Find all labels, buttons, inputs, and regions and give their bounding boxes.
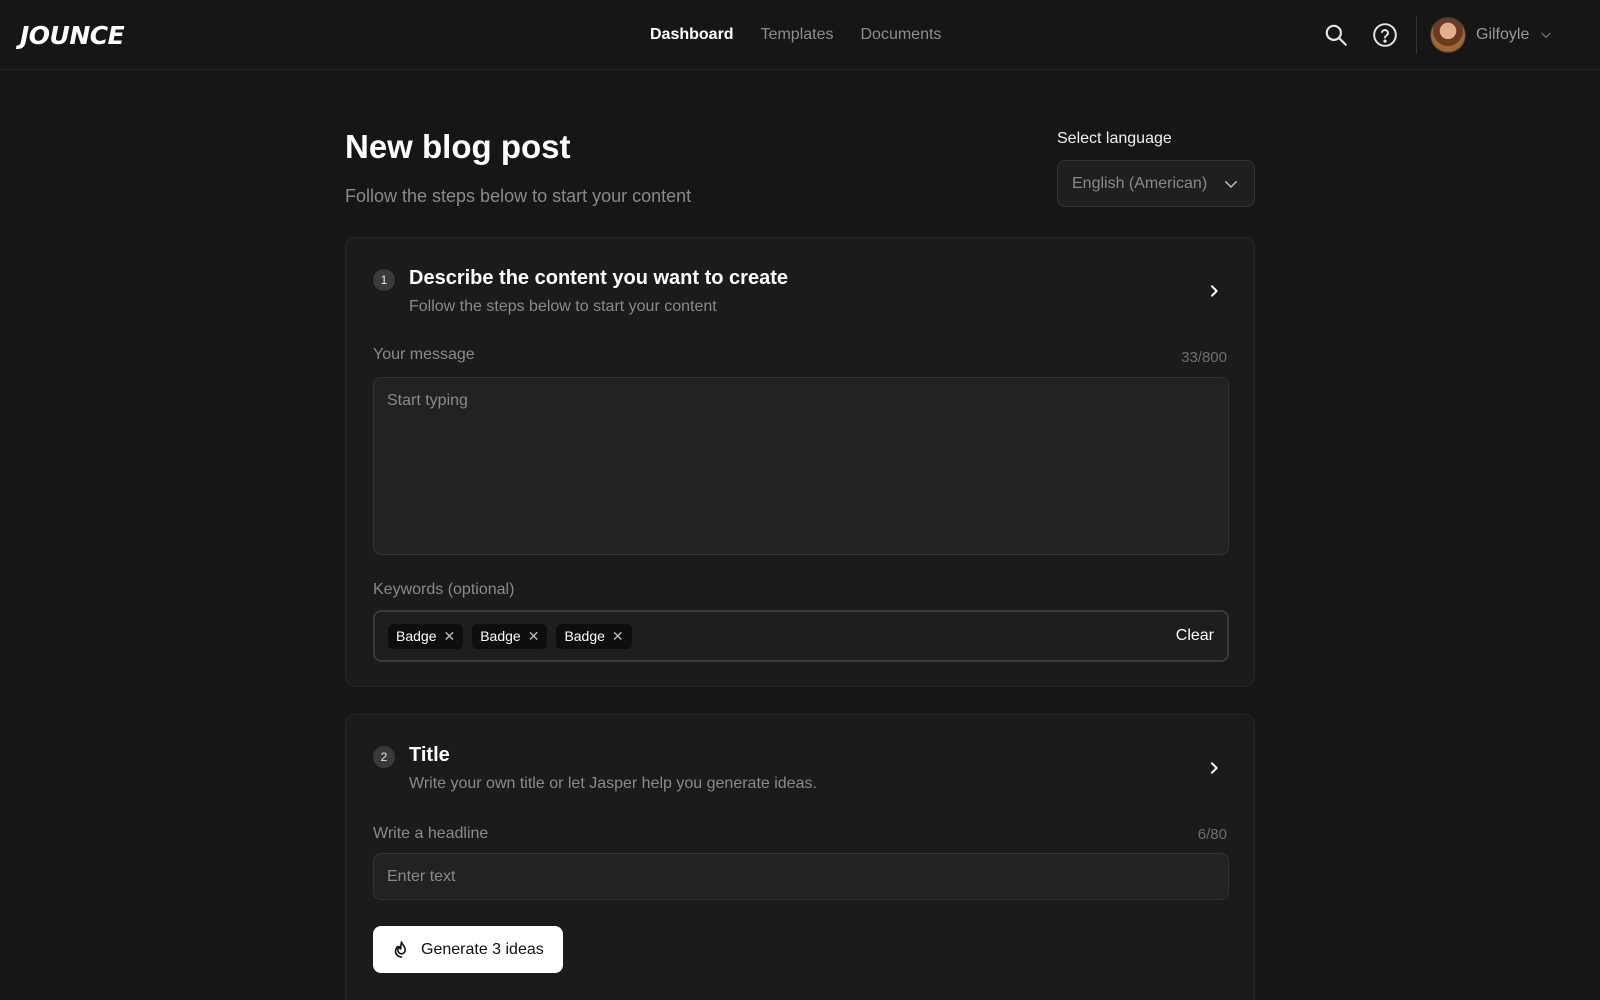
keyword-badge: Badge ✕ <box>472 623 548 649</box>
language-select[interactable]: English (American) <box>1057 160 1255 207</box>
expand-step-button[interactable] <box>1203 757 1225 779</box>
step-number: 2 <box>373 746 395 768</box>
generate-ideas-button[interactable]: Generate 3 ideas <box>373 926 563 973</box>
flame-icon <box>394 941 407 958</box>
headline-input[interactable] <box>373 853 1229 900</box>
top-bar: JOUNCE Dashboard Templates Documents Gil… <box>0 0 1600 70</box>
clear-keywords-button[interactable]: Clear <box>1176 627 1214 645</box>
chevron-right-icon <box>1211 762 1218 774</box>
step-title: Describe the content you want to create <box>409 267 788 289</box>
keywords-label: Keywords (optional) <box>373 581 515 598</box>
user-name: Gilfoyle <box>1476 26 1530 43</box>
generate-ideas-label: Generate 3 ideas <box>421 940 544 958</box>
language-label: Select language <box>1057 130 1172 147</box>
chevron-down-icon <box>1225 180 1237 188</box>
step-describe-card: 1 Describe the content you want to creat… <box>345 237 1255 687</box>
chevron-right-icon <box>1211 285 1218 297</box>
remove-badge-icon[interactable]: ✕ <box>528 629 540 643</box>
step-title: Title <box>409 744 450 766</box>
search-button[interactable] <box>1322 21 1350 49</box>
page-subtitle: Follow the steps below to start your con… <box>345 186 692 206</box>
keyword-badge-label: Badge <box>564 628 605 644</box>
step-number: 1 <box>373 269 395 291</box>
nav-templates[interactable]: Templates <box>761 26 834 44</box>
remove-badge-icon[interactable]: ✕ <box>443 629 455 643</box>
message-label: Your message <box>373 346 475 363</box>
keyword-badge-label: Badge <box>396 628 437 644</box>
keyword-badge-label: Badge <box>480 628 521 644</box>
keywords-input[interactable]: Badge ✕ Badge ✕ Badge ✕ Clear <box>373 610 1229 662</box>
message-textarea[interactable] <box>373 377 1229 555</box>
step-title-card: 2 Title Write your own title or let Jasp… <box>345 714 1255 1000</box>
step-subtitle: Follow the steps below to start your con… <box>409 298 717 315</box>
headline-counter: 6/80 <box>1197 826 1227 843</box>
step-subtitle: Write your own title or let Jasper help … <box>409 775 817 792</box>
help-icon <box>1373 23 1397 47</box>
remove-badge-icon[interactable]: ✕ <box>612 629 624 643</box>
keyword-badge: Badge ✕ <box>556 623 632 649</box>
message-counter: 33/800 <box>1181 349 1227 366</box>
app-logo[interactable]: JOUNCE <box>20 21 125 50</box>
avatar <box>1430 17 1466 53</box>
headline-label: Write a headline <box>373 825 489 842</box>
keyword-badge: Badge ✕ <box>388 623 464 649</box>
nav-dashboard[interactable]: Dashboard <box>650 26 734 44</box>
main-nav: Dashboard Templates Documents <box>650 26 941 44</box>
search-icon <box>1325 24 1347 46</box>
expand-step-button[interactable] <box>1203 280 1225 302</box>
page-title: New blog post <box>345 128 571 165</box>
chevron-down-icon <box>1541 32 1552 38</box>
header-divider <box>1416 16 1417 54</box>
user-menu[interactable]: Gilfoyle <box>1430 17 1553 53</box>
nav-documents[interactable]: Documents <box>861 26 942 44</box>
language-selected-value: English (American) <box>1072 174 1208 192</box>
help-button[interactable] <box>1371 21 1399 49</box>
